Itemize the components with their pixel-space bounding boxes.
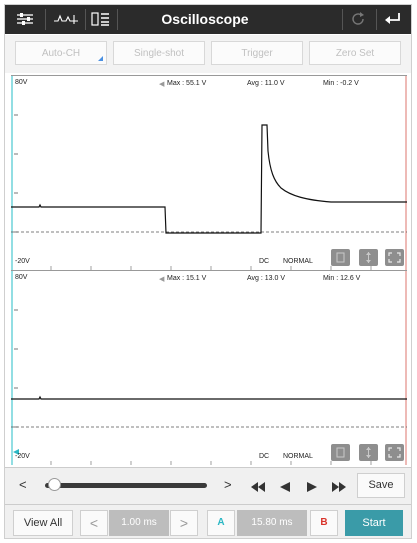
step-back-icon[interactable] [279, 480, 291, 498]
ch1-avg: Avg : 11.0 V [247, 80, 285, 87]
cursor-delta-value: 15.80 ms [237, 510, 307, 536]
save-button[interactable]: Save [357, 473, 405, 498]
channel-1-panel[interactable]: 80V ◀ Max : 55.1 V Avg : 11.0 V Min : -0… [11, 75, 407, 270]
timebase-decrease-button[interactable]: < [80, 510, 108, 536]
scroll-right-button[interactable]: > [224, 477, 232, 492]
divider [85, 9, 86, 30]
box-icon [336, 252, 345, 263]
ch1-vmin-label: -20V [15, 258, 30, 265]
trigger-button[interactable]: Trigger [211, 41, 303, 65]
expand-icon [388, 447, 401, 458]
fast-forward-icon[interactable] [331, 480, 347, 498]
channel-2-graph[interactable] [11, 271, 407, 465]
ch2-max: Max : 15.1 V [167, 275, 207, 282]
single-shot-label: Single-shot [133, 48, 185, 59]
ch1-max: Max : 55.1 V [167, 80, 207, 87]
cursor-a-button[interactable]: A [207, 510, 235, 536]
ch2-vmax-label: 80V [15, 274, 28, 281]
ch2-scale-button[interactable] [359, 444, 378, 461]
playback-bar: < > Save [5, 467, 411, 504]
channel-list-icon[interactable] [91, 11, 111, 27]
settings-sliders-icon[interactable] [15, 11, 35, 27]
divider [376, 9, 377, 30]
zero-set-button[interactable]: Zero Set [309, 41, 401, 65]
channel-2-panel[interactable]: 80V ◀ Max : 15.1 V Avg : 13.0 V Min : 12… [11, 270, 407, 465]
left-arrow-icon: ◀ [159, 81, 165, 88]
ch2-avg: Avg : 13.0 V [247, 275, 286, 282]
ch2-trigger-mode: NORMAL [283, 453, 313, 460]
single-shot-button[interactable]: Single-shot [113, 41, 205, 65]
ch1-trigger-mode: NORMAL [283, 258, 313, 265]
playback-track[interactable] [45, 483, 207, 488]
box-icon [336, 447, 345, 458]
view-all-button[interactable]: View All [13, 510, 73, 536]
auto-ch-button[interactable]: Auto-CH [15, 41, 107, 65]
divider [342, 9, 343, 30]
ch2-settings-button[interactable] [331, 444, 350, 461]
page-title: Oscilloscope [161, 11, 249, 27]
ch1-fullscreen-button[interactable] [385, 249, 404, 266]
waveform-icon[interactable] [53, 11, 79, 27]
auto-ch-label: Auto-CH [41, 48, 81, 59]
expand-icon [388, 252, 401, 263]
ch2-coupling: DC [259, 453, 270, 460]
channel-2-waveform [11, 395, 407, 400]
oscilloscope-window: Oscilloscope Auto-CH Single-shot Trigger [4, 4, 412, 539]
divider [45, 9, 46, 30]
ch1-scale-button[interactable] [359, 249, 378, 266]
channel-1-graph[interactable] [11, 76, 407, 270]
ch2-min: Min : 12.6 V [323, 275, 361, 282]
cursor-b-button[interactable]: B [310, 510, 338, 536]
start-button[interactable]: Start [345, 510, 403, 536]
timebase-increase-button[interactable]: > [170, 510, 198, 536]
ch2-vmin-label: -20V [15, 453, 30, 460]
channel-1-waveform [11, 124, 407, 234]
divider [117, 9, 118, 30]
ch1-coupling: DC [259, 258, 270, 265]
top-bar: Oscilloscope [5, 5, 411, 34]
scroll-left-button[interactable]: < [19, 477, 27, 492]
playback-thumb[interactable] [48, 478, 62, 491]
ch1-vmax-label: 80V [15, 79, 28, 86]
left-arrow-icon: ◀ [159, 276, 165, 283]
refresh-icon[interactable] [348, 11, 368, 27]
timebase-value: 1.00 ms [109, 510, 169, 536]
ch1-settings-button[interactable] [331, 249, 350, 266]
rewind-icon[interactable] [250, 480, 266, 498]
ch2-fullscreen-button[interactable] [385, 444, 404, 461]
step-forward-icon[interactable] [306, 480, 318, 498]
back-arrow-icon[interactable] [383, 11, 403, 27]
trigger-label: Trigger [241, 48, 273, 59]
dropdown-corner-icon [98, 56, 103, 61]
zero-set-label: Zero Set [335, 48, 375, 59]
ch1-min: Min : -0.2 V [323, 80, 359, 87]
mode-bar: Auto-CH Single-shot Trigger Zero Set [5, 35, 411, 73]
control-bar: View All < 1.00 ms > A 15.80 ms B Start [5, 504, 411, 538]
